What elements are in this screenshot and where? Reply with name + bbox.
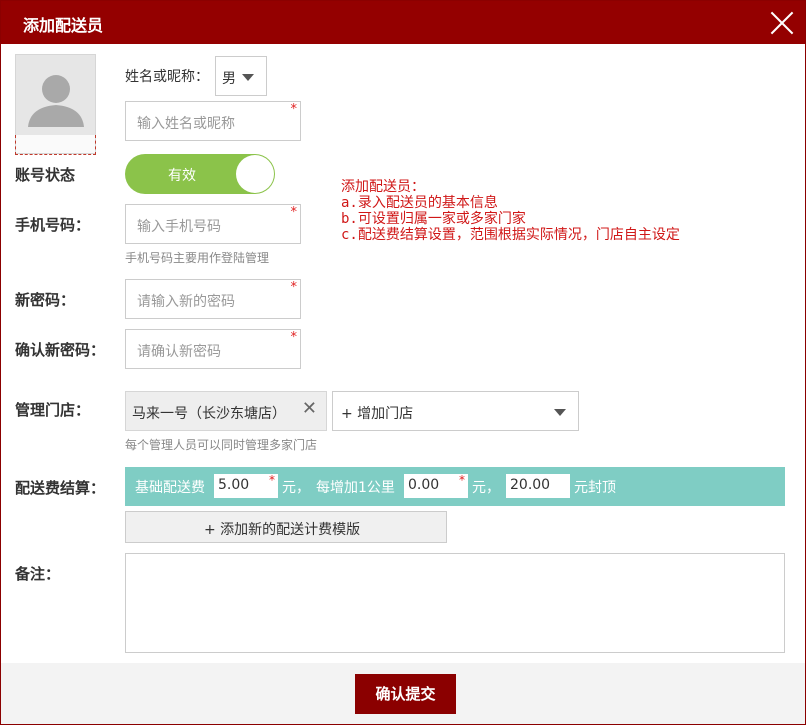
fee-base-value: 5.00 [218,477,250,493]
note-line: a.录入配送员的基本信息 [341,195,498,211]
add-store-select[interactable]: + 增加门店 [332,391,579,431]
new-password-placeholder: 请输入新的密码 [137,294,235,310]
avatar-upload[interactable] [15,54,96,155]
name-label: 姓名或昵称： [125,69,209,85]
status-toggle[interactable]: 有效 [125,154,275,194]
toggle-knob [236,155,274,193]
phone-input[interactable]: 输入手机号码 * [125,204,301,244]
phone-placeholder: 输入手机号码 [137,219,221,235]
phone-label: 手机号码： [15,216,91,234]
required-mark: * [290,205,298,220]
fee-cap-text: 元封顶 [574,480,616,496]
required-mark: * [269,473,275,487]
required-mark: * [290,102,298,117]
note-line: c.配送费结算设置，范围根据实际情况，门店自主设定 [341,227,680,243]
dialog-footer: 确认提交 [1,663,805,724]
name-input[interactable]: 输入姓名或昵称 * [125,101,301,141]
confirm-password-input[interactable]: 请确认新密码 * [125,329,301,369]
avatar-upload-area[interactable] [15,135,96,155]
required-mark: * [290,280,298,295]
confirm-password-placeholder: 请确认新密码 [137,344,221,360]
gender-select[interactable]: 男 [215,56,267,96]
store-hint: 每个管理人员可以同时管理多家门店 [125,438,318,452]
gender-value: 男 [222,71,236,87]
required-mark: * [290,330,298,345]
remark-textarea[interactable] [125,553,785,653]
status-label: 账号状态 [15,166,76,184]
avatar [16,55,95,135]
fee-unit: 元， [282,480,310,496]
fee-settings-bar: 基础配送费 5.00 * 元， 每增加1公里 0.00 * 元， 20.00 元… [125,467,785,506]
store-label: 管理门店： [15,401,91,419]
remark-label: 备注： [15,565,61,583]
fee-per-km-value: 0.00 [408,477,440,493]
fee-cap-input[interactable]: 20.00 [506,474,570,498]
add-fee-template-label: + 添加新的配送计费模版 [204,522,361,538]
fee-label: 配送费结算： [15,479,106,497]
submit-button[interactable]: 确认提交 [355,674,456,714]
fee-base-text: 基础配送费 [135,480,205,496]
name-placeholder: 输入姓名或昵称 [137,116,235,132]
chevron-down-icon [554,409,566,416]
dialog-title: 添加配送员 [23,16,104,35]
fee-per-km-input[interactable]: 0.00 * [404,473,468,498]
phone-hint: 手机号码主要用作登陆管理 [125,251,270,265]
status-value: 有效 [168,168,196,184]
new-password-label: 新密码： [15,291,76,309]
dialog-titlebar: 添加配送员 [1,1,805,44]
note-line: 添加配送员： [341,179,425,195]
user-silhouette-icon [16,55,95,135]
new-password-input[interactable]: 请输入新的密码 * [125,279,301,319]
add-store-label: + 增加门店 [341,406,414,422]
fee-base-input[interactable]: 5.00 * [214,473,278,498]
annotation-note: 添加配送员： a.录入配送员的基本信息 b.可设置归属一家或多家门家 c.配送费结算设… [341,179,680,243]
note-line: b.可设置归属一家或多家门家 [341,211,526,227]
confirm-password-label: 确认新密码： [15,341,106,359]
add-courier-dialog: 添加配送员 姓名或昵称： 男 输入姓名或昵称 * 账号状态 有效 添加配送员： a… [0,0,806,725]
remove-store-icon[interactable]: ✕ [302,398,317,419]
close-icon[interactable] [769,10,795,36]
fee-unit: 元， [472,480,500,496]
add-fee-template-button[interactable]: + 添加新的配送计费模版 [125,511,447,543]
required-mark: * [459,473,465,487]
chevron-down-icon [242,74,254,81]
fee-per-km-text: 每增加1公里 [316,480,395,496]
store-tag: 马来一号（长沙东塘店） ✕ [125,391,327,431]
fee-cap-value: 20.00 [510,477,551,493]
store-tag-label: 马来一号（长沙东塘店） [132,406,286,422]
